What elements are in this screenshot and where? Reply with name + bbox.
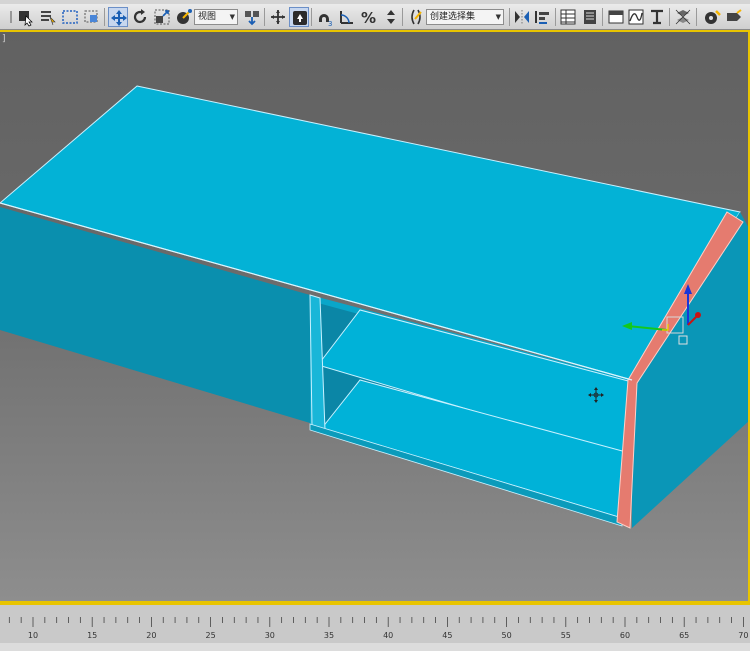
align-icon[interactable] <box>532 7 552 27</box>
ruler-tick-label: 45 <box>442 631 452 640</box>
move-icon[interactable] <box>108 7 128 27</box>
ruler-tick-label: 40 <box>383 631 393 640</box>
ruler-tick-label: 55 <box>561 631 571 640</box>
toolbar-grip-icon <box>2 7 12 27</box>
window-crossing-icon[interactable] <box>82 7 102 27</box>
curve-editor-icon[interactable] <box>626 7 646 27</box>
ruler-tick-label: 50 <box>502 631 512 640</box>
ruler-tick-label: 20 <box>146 631 156 640</box>
toolbar-separator <box>104 8 105 26</box>
toolbar-separator <box>696 8 697 26</box>
percent-snap-icon[interactable]: % <box>359 7 379 27</box>
select-object-icon[interactable] <box>16 7 36 27</box>
view-dropdown[interactable]: 视图 ▼ <box>194 9 238 25</box>
manipulate-icon[interactable] <box>268 7 288 27</box>
ruler-tick-label: 25 <box>206 631 216 640</box>
svg-text:3: 3 <box>328 20 332 27</box>
mirror-icon[interactable] <box>512 7 532 27</box>
toolbar-separator <box>402 8 403 26</box>
perspective-viewport[interactable]: ] <box>0 30 750 603</box>
render-icon[interactable] <box>724 7 744 27</box>
track-bar[interactable]: 10 15 20 25 30 35 40 45 50 55 60 65 70 <box>0 603 750 651</box>
toolbar-separator <box>602 8 603 26</box>
status-bar <box>0 643 750 651</box>
schematic-view-icon[interactable] <box>647 7 667 27</box>
render-setup-icon[interactable] <box>702 7 722 27</box>
keyboard-shortcut-icon[interactable] <box>289 7 309 27</box>
scene-explorer-icon[interactable] <box>558 7 578 27</box>
snap-icon[interactable]: 3 <box>315 7 335 27</box>
ribbon-icon[interactable] <box>606 7 626 27</box>
scene-3d <box>0 85 750 529</box>
chevron-down-icon: ▼ <box>229 13 235 21</box>
ruler-tick-label: 70 <box>738 631 748 640</box>
scale-icon[interactable] <box>152 7 172 27</box>
frame-ruler[interactable]: 10 15 20 25 30 35 40 45 50 55 60 65 70 <box>0 617 750 643</box>
select-by-name-icon[interactable] <box>38 7 58 27</box>
ruler-tick-label: 10 <box>28 631 38 640</box>
ruler-tick-label: 15 <box>87 631 97 640</box>
ruler-tick-label: 35 <box>324 631 334 640</box>
angle-snap-icon[interactable] <box>337 7 357 27</box>
selection-set-dropdown[interactable]: 创建选择集 ▼ <box>426 9 504 25</box>
toolbar-separator <box>509 8 510 26</box>
ruler-tick-label: 60 <box>620 631 630 640</box>
chevron-down-icon: ▼ <box>495 13 501 21</box>
toolbar-separator <box>311 8 312 26</box>
material-editor-icon[interactable] <box>673 7 693 27</box>
toolbar-separator <box>264 8 265 26</box>
pivot-icon[interactable] <box>242 7 262 27</box>
gizmo-x-handle[interactable] <box>695 312 701 318</box>
spinner-snap-icon[interactable] <box>381 7 401 27</box>
edit-named-selection-icon[interactable] <box>406 7 426 27</box>
selection-set-dropdown-label: 创建选择集 <box>430 12 476 22</box>
ruler-tick-label: 30 <box>265 631 275 640</box>
toolbar-separator <box>555 8 556 26</box>
view-dropdown-label: 视图 <box>198 12 217 22</box>
layer-manager-icon[interactable] <box>580 7 600 27</box>
rotate-icon[interactable] <box>130 7 150 27</box>
reference-coordinate-icon[interactable] <box>174 7 194 27</box>
ruler-tick-label: 65 <box>679 631 689 640</box>
svg-text:%: % <box>361 9 376 27</box>
viewport-label[interactable]: ] <box>2 34 6 44</box>
toolbar-separator <box>669 8 670 26</box>
main-toolbar: 视图 ▼ 3 % 创建选择集 ▼ <box>0 4 750 30</box>
rect-selection-icon[interactable] <box>60 7 80 27</box>
